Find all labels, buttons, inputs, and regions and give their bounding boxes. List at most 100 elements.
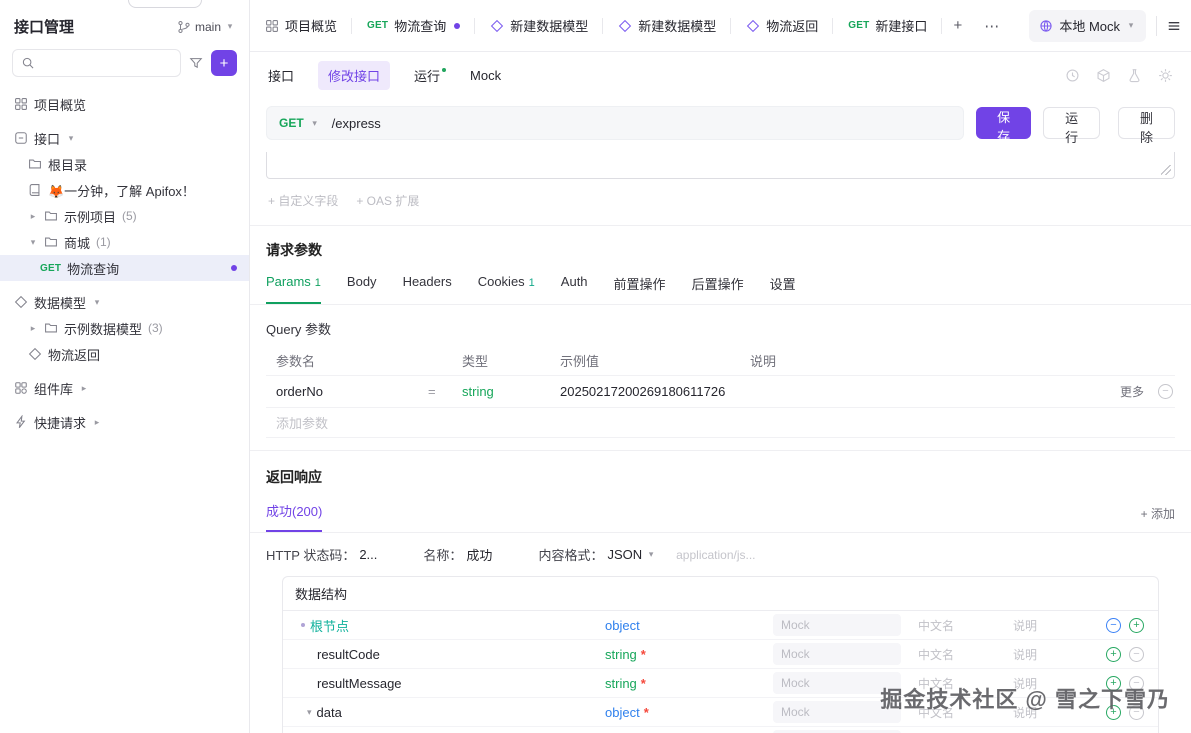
add-sibling-node-icon[interactable]: + xyxy=(1106,646,1121,662)
tab-logistics-return[interactable]: 物流返回 xyxy=(731,0,834,52)
sidebar-folder-example-models[interactable]: ▸ 示例数据模型 (3) xyxy=(0,315,249,341)
add-response-link[interactable]: + 添加 xyxy=(1141,505,1175,532)
tab-post-operations[interactable]: 后置操作 xyxy=(692,274,744,304)
sidebar-folder-mall[interactable]: ▾ 商城 (1) xyxy=(0,229,249,255)
history-icon[interactable] xyxy=(1065,68,1080,83)
filter-button[interactable] xyxy=(189,56,203,70)
tab-body[interactable]: Body xyxy=(347,274,377,304)
url-input[interactable]: GET ▾ /express xyxy=(266,106,965,140)
node-type-select[interactable]: string xyxy=(605,647,637,662)
flask-icon[interactable] xyxy=(1127,68,1142,83)
gear-icon[interactable] xyxy=(1158,68,1173,83)
cn-name-input[interactable]: 中文名 xyxy=(918,617,1013,634)
add-param-row[interactable]: 添加参数 xyxy=(266,408,1175,438)
node-type-select[interactable]: object xyxy=(605,705,640,720)
component-icon xyxy=(15,382,27,394)
tab-logistics-query[interactable]: GET 物流查询 xyxy=(352,0,476,52)
mock-input[interactable]: Mock xyxy=(773,614,901,636)
node-type-select[interactable]: object xyxy=(605,618,640,633)
add-sibling-node-icon[interactable]: + xyxy=(1106,675,1121,691)
new-tab-button[interactable]: + xyxy=(942,0,973,52)
tab-project-overview[interactable]: 项目概览 xyxy=(250,0,353,52)
tab-new-data-model-1[interactable]: 新建数据模型 xyxy=(475,0,604,52)
content-type-value: application/js... xyxy=(676,547,756,562)
api-edit-content: + 自定义字段 + OAS 扩展 请求参数 Params 1 Body Head… xyxy=(250,152,1191,733)
sidebar-item-logistics-query[interactable]: GET 物流查询 xyxy=(0,255,249,281)
node-name[interactable]: 根节点 xyxy=(310,616,349,635)
sidebar-folder-example-project[interactable]: ▸ 示例项目 (5) xyxy=(0,203,249,229)
tab-pre-operations[interactable]: 前置操作 xyxy=(614,274,666,304)
save-button[interactable]: 保 存 xyxy=(976,107,1032,144)
more-link[interactable]: 更多 xyxy=(1120,383,1144,400)
mock-input[interactable]: Mock xyxy=(773,643,901,665)
tab-auth[interactable]: Auth xyxy=(561,274,588,304)
remove-node-icon[interactable]: − xyxy=(1106,617,1121,633)
remove-node-icon[interactable]: − xyxy=(1129,704,1144,720)
remove-node-icon[interactable]: − xyxy=(1129,646,1144,662)
description-input[interactable]: 说明 xyxy=(1013,675,1106,692)
node-name[interactable]: data xyxy=(317,705,342,720)
data-model-icon xyxy=(28,347,42,361)
add-button[interactable]: + xyxy=(211,50,237,76)
drag-handle-icon[interactable] xyxy=(301,623,305,627)
environment-selector[interactable]: 本地 Mock ▾ xyxy=(1029,9,1146,42)
param-type-select[interactable]: string xyxy=(462,384,560,399)
remove-node-icon[interactable]: − xyxy=(1129,675,1144,691)
description-input[interactable]: 说明 xyxy=(1013,646,1106,663)
tab-settings[interactable]: 设置 xyxy=(770,274,796,304)
oas-extension-link[interactable]: + OAS 扩展 xyxy=(356,192,419,209)
tab-more-button[interactable]: ⋯ xyxy=(973,0,1010,52)
response-name-input[interactable]: 成功 xyxy=(466,545,492,564)
sidebar-item-tutorial[interactable]: 🦊一分钟，了解 Apifox！ xyxy=(0,177,249,203)
tab-success-200[interactable]: 成功(200) xyxy=(266,501,323,532)
resize-handle-icon[interactable] xyxy=(1161,165,1171,175)
sidebar-section-label: 接口 xyxy=(34,131,61,147)
content-format-select[interactable]: JSON xyxy=(607,547,642,562)
subnav-edit-api[interactable]: 修改接口 xyxy=(318,60,391,90)
cn-name-input[interactable]: 中文名 xyxy=(918,646,1013,663)
sidebar-section-api[interactable]: 接口 ▾ xyxy=(0,125,249,151)
param-example-input[interactable]: 20250217200269180611726 xyxy=(560,384,750,399)
sidebar-section-components[interactable]: 组件库 ▸ xyxy=(0,375,249,401)
node-name[interactable]: resultMessage xyxy=(317,676,402,691)
tab-cookies[interactable]: Cookies 1 xyxy=(478,274,535,304)
tab-params[interactable]: Params 1 xyxy=(266,274,321,304)
sidebar-item-logistics-return[interactable]: 物流返回 xyxy=(0,341,249,367)
status-code-input[interactable]: 2... xyxy=(359,547,377,562)
chevron-down-icon: ▾ xyxy=(68,132,74,143)
subnav-run[interactable]: 运行 xyxy=(414,66,447,85)
mock-input[interactable]: Mock xyxy=(773,701,901,723)
tab-headers[interactable]: Headers xyxy=(403,274,452,304)
node-type-select[interactable]: string xyxy=(605,676,637,691)
branch-selector[interactable]: main ▾ xyxy=(177,20,235,34)
custom-field-link[interactable]: + 自定义字段 xyxy=(268,192,338,209)
delete-button[interactable]: 删 除 xyxy=(1118,107,1175,145)
description-input[interactable]: 说明 xyxy=(1013,617,1106,634)
add-child-node-icon[interactable]: + xyxy=(1106,704,1121,720)
description-textarea[interactable] xyxy=(266,152,1175,179)
param-name-input[interactable]: orderNo xyxy=(266,384,428,399)
package-icon[interactable] xyxy=(1096,68,1111,83)
add-child-node-icon[interactable]: + xyxy=(1129,617,1144,633)
sidebar-item-label: 物流查询 xyxy=(67,261,120,277)
collapse-icon[interactable]: ▾ xyxy=(307,707,312,718)
sidebar-item-root-dir[interactable]: 根目录 xyxy=(0,151,249,177)
node-name[interactable]: resultCode xyxy=(317,647,380,662)
run-button[interactable]: 运 行 xyxy=(1043,107,1101,145)
cn-name-input[interactable]: 中文名 xyxy=(918,704,1013,721)
search-input[interactable] xyxy=(12,49,181,77)
cn-name-input[interactable]: 中文名 xyxy=(918,675,1013,692)
description-input[interactable]: 说明 xyxy=(1013,704,1106,721)
method-select[interactable]: GET xyxy=(279,116,304,130)
tab-new-data-model-2[interactable]: 新建数据模型 xyxy=(603,0,732,52)
sidebar-section-quick-request[interactable]: 快捷请求 ▸ xyxy=(0,409,249,435)
sidebar-section-data-model[interactable]: 数据模型 ▾ xyxy=(0,289,249,315)
remove-param-icon[interactable]: − xyxy=(1158,384,1173,399)
extra-field-links: + 自定义字段 + OAS 扩展 xyxy=(250,179,1191,225)
subnav-mock[interactable]: Mock xyxy=(470,68,501,83)
menu-button[interactable] xyxy=(1167,19,1181,33)
mock-input[interactable]: Mock xyxy=(773,672,901,694)
subnav-api[interactable]: 接口 xyxy=(268,66,294,85)
sidebar-item-project-overview[interactable]: 项目概览 xyxy=(0,91,249,117)
tab-new-api[interactable]: GET 新建接口 xyxy=(833,0,943,52)
